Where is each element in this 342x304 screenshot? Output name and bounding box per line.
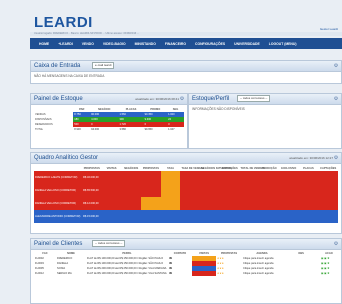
analytics-cell[interactable]	[200, 197, 220, 210]
obs-cell[interactable]	[282, 271, 320, 276]
analytics-cell[interactable]	[101, 210, 122, 223]
rating-stars: ★★★	[217, 272, 224, 275]
clients-table: FAC NOME PERFIL CONTATO VISITAS PROPOSTA…	[34, 251, 338, 276]
user-name[interactable]: Gestor Leardi	[320, 27, 338, 31]
analytics-cell[interactable]	[239, 184, 260, 197]
analytics-cell[interactable]	[318, 210, 338, 223]
analytics-cell[interactable]	[121, 184, 142, 197]
analytics-row: DANIELA VELLOSO (CORRETOR) R$ 12.000,00	[34, 197, 338, 210]
nav-ministando[interactable]: MINISTANDO	[135, 42, 156, 46]
analytics-cell[interactable]	[101, 184, 122, 197]
analytics-cell[interactable]	[278, 184, 299, 197]
status-cell	[192, 271, 216, 276]
analytics-cell[interactable]	[219, 184, 240, 197]
stock-panel: Painel de Estoque atualizado em: 30/06/2…	[30, 93, 188, 149]
analytics-cell[interactable]	[180, 197, 201, 210]
profile-panel: Estoque/Perfil -- todos corretores -- IN…	[188, 93, 342, 149]
profile-select[interactable]: -- todos corretores --	[237, 94, 271, 102]
contact-icon[interactable]: ☎	[168, 271, 192, 276]
analytics-table: PROPOSTAS VISITAS NEGÓCIOS PROPOSTAS TAX…	[34, 166, 338, 223]
profile-title: Estoque/Perfil -- todos corretores --	[189, 94, 341, 105]
brand-logo: LEARDI	[34, 14, 93, 31]
analytics-cell[interactable]	[259, 210, 279, 223]
clients-title: Painel de Clientes -- todos corretores -…	[31, 239, 341, 250]
analytics-updated: atualizado em: 30/06/2016 12:27	[289, 156, 333, 160]
clients-panel: Painel de Clientes -- todos corretores -…	[30, 238, 342, 304]
analytics-cell[interactable]	[121, 210, 142, 223]
inbox-select[interactable]: e-mail leardi	[92, 61, 115, 69]
clients-select[interactable]: -- todos corretores --	[92, 239, 126, 247]
inbox-panel: Caixa de Entrada e-mail leardi NÃO HÁ ME…	[30, 60, 342, 84]
analytics-cell[interactable]	[160, 171, 181, 184]
analytics-cell[interactable]	[180, 171, 201, 184]
analytics-cell[interactable]	[141, 210, 161, 223]
analytics-cell[interactable]	[318, 171, 338, 184]
analytics-cell[interactable]	[141, 184, 161, 197]
profile-message: INFORMAÇÕES NÃO DISPONÍVEIS	[192, 107, 245, 111]
stock-updated: atualizado em: 30/06/2016 08:41	[135, 97, 179, 101]
analytics-cell[interactable]	[219, 197, 240, 210]
analytics-cell[interactable]	[141, 171, 161, 184]
inbox-title: Caixa de Entrada e-mail leardi	[31, 61, 341, 72]
analytics-cell[interactable]	[298, 197, 319, 210]
nav-home[interactable]: HOME	[39, 42, 49, 46]
info-bar: Usuário logado: FREDERICO... Banco: LEAR…	[30, 32, 342, 36]
analytics-cell[interactable]	[318, 197, 338, 210]
analytics-cell[interactable]	[298, 184, 319, 197]
analytics-cell[interactable]	[239, 171, 260, 184]
analytics-cell[interactable]	[121, 171, 142, 184]
analytics-cell[interactable]	[141, 197, 161, 210]
analytics-cell[interactable]	[239, 210, 260, 223]
analytics-cell[interactable]	[278, 197, 299, 210]
analytics-row: DANIELA VELLOSO (CORRETOR) R$ 65.500,00	[34, 184, 338, 197]
analytics-cell[interactable]	[160, 210, 181, 223]
analytics-cell[interactable]	[101, 171, 122, 184]
analytics-cell[interactable]	[259, 197, 279, 210]
nav-video[interactable]: VIDEO-BAGIO	[103, 42, 126, 46]
nav-logout[interactable]: LOGOUT (MENU)	[269, 42, 297, 46]
analytics-cell[interactable]	[259, 184, 279, 197]
gear-icon[interactable]: ⚙	[333, 155, 339, 161]
gear-icon[interactable]: ⚙	[333, 96, 339, 102]
nav-universidade[interactable]: UNIVERSIDADE	[234, 42, 260, 46]
gear-icon[interactable]: ⚙	[333, 63, 339, 69]
analytics-cell[interactable]	[298, 171, 319, 184]
analytics-cell[interactable]	[239, 197, 260, 210]
nav-financeiro[interactable]: FINANCEIRO	[165, 42, 186, 46]
stock-row: TOTAL 8.930 94.000 3.580 99.650 1.047	[35, 128, 175, 131]
analytics-cell[interactable]	[200, 171, 220, 184]
analytics-cell[interactable]	[298, 210, 319, 223]
analytics-cell[interactable]	[259, 171, 279, 184]
analytics-cell[interactable]	[200, 210, 220, 223]
analytics-panel: Quadro Analítico Gestor atualizado em: 3…	[30, 152, 342, 234]
analytics-cell[interactable]	[219, 210, 240, 223]
analytics-cell[interactable]	[160, 197, 181, 210]
stock-title: Painel de Estoque atualizado em: 30/06/2…	[31, 94, 187, 105]
gear-icon[interactable]: ⚙	[179, 96, 185, 102]
analytics-title: Quadro Analítico Gestor atualizado em: 3…	[31, 153, 341, 164]
stock-table: PAR NEGÓCIO PLACAS PROMO SEG VENDAS 8.75…	[34, 107, 184, 132]
gear-icon[interactable]: ⚙	[333, 241, 339, 247]
analytics-cell[interactable]	[200, 184, 220, 197]
analytics-cell[interactable]	[278, 210, 299, 223]
analytics-cell[interactable]	[121, 197, 142, 210]
analytics-row: FREDERICO LAEVIS (CORRETOR) R$ 32.000,00	[34, 171, 338, 184]
client-row[interactable]: FL0012 SERGIO MA FLAT de R$ 100.000,00 a…	[34, 271, 338, 276]
analytics-cell[interactable]	[180, 210, 201, 223]
nav-vendo[interactable]: VENDO	[82, 42, 94, 46]
nav-configuracoes[interactable]: CONFIGURAÇÕES	[195, 42, 225, 46]
nav-leardi[interactable]: +LEARDI	[58, 42, 73, 46]
action-icons[interactable]: ▣ ▣ ✖	[320, 271, 338, 276]
inbox-message: NÃO HÁ MENSAGENS NA CAIXA DE ENTRADA	[34, 74, 105, 78]
main-navigation: HOME +LEARDI VENDO VIDEO-BAGIO MINISTAND…	[30, 38, 342, 49]
analytics-cell[interactable]	[101, 197, 122, 210]
analytics-cell[interactable]	[219, 171, 240, 184]
analytics-cell[interactable]	[180, 184, 201, 197]
analytics-cell[interactable]	[318, 184, 338, 197]
analytics-cell[interactable]	[278, 171, 299, 184]
analytics-row: ALEXANDRE ANTONIO (CORRETOR) R$ 15.000,0…	[34, 210, 338, 223]
analytics-cell[interactable]	[160, 184, 181, 197]
